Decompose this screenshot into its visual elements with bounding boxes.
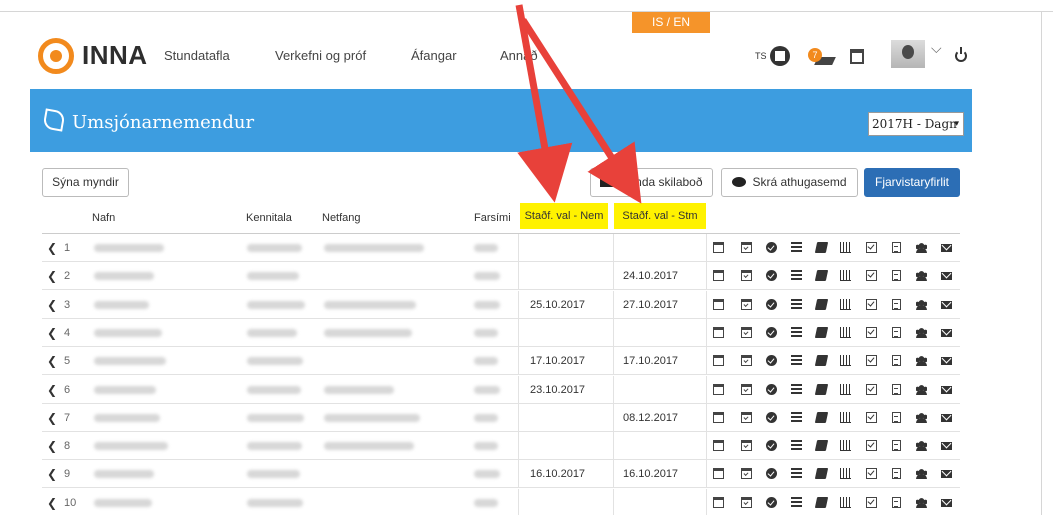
arrow-to-student-column bbox=[515, 4, 573, 203]
app-frame: IS / EN INNA Stundatafla Verkefni og pró… bbox=[0, 0, 1053, 515]
annotation-arrows bbox=[515, 4, 642, 204]
